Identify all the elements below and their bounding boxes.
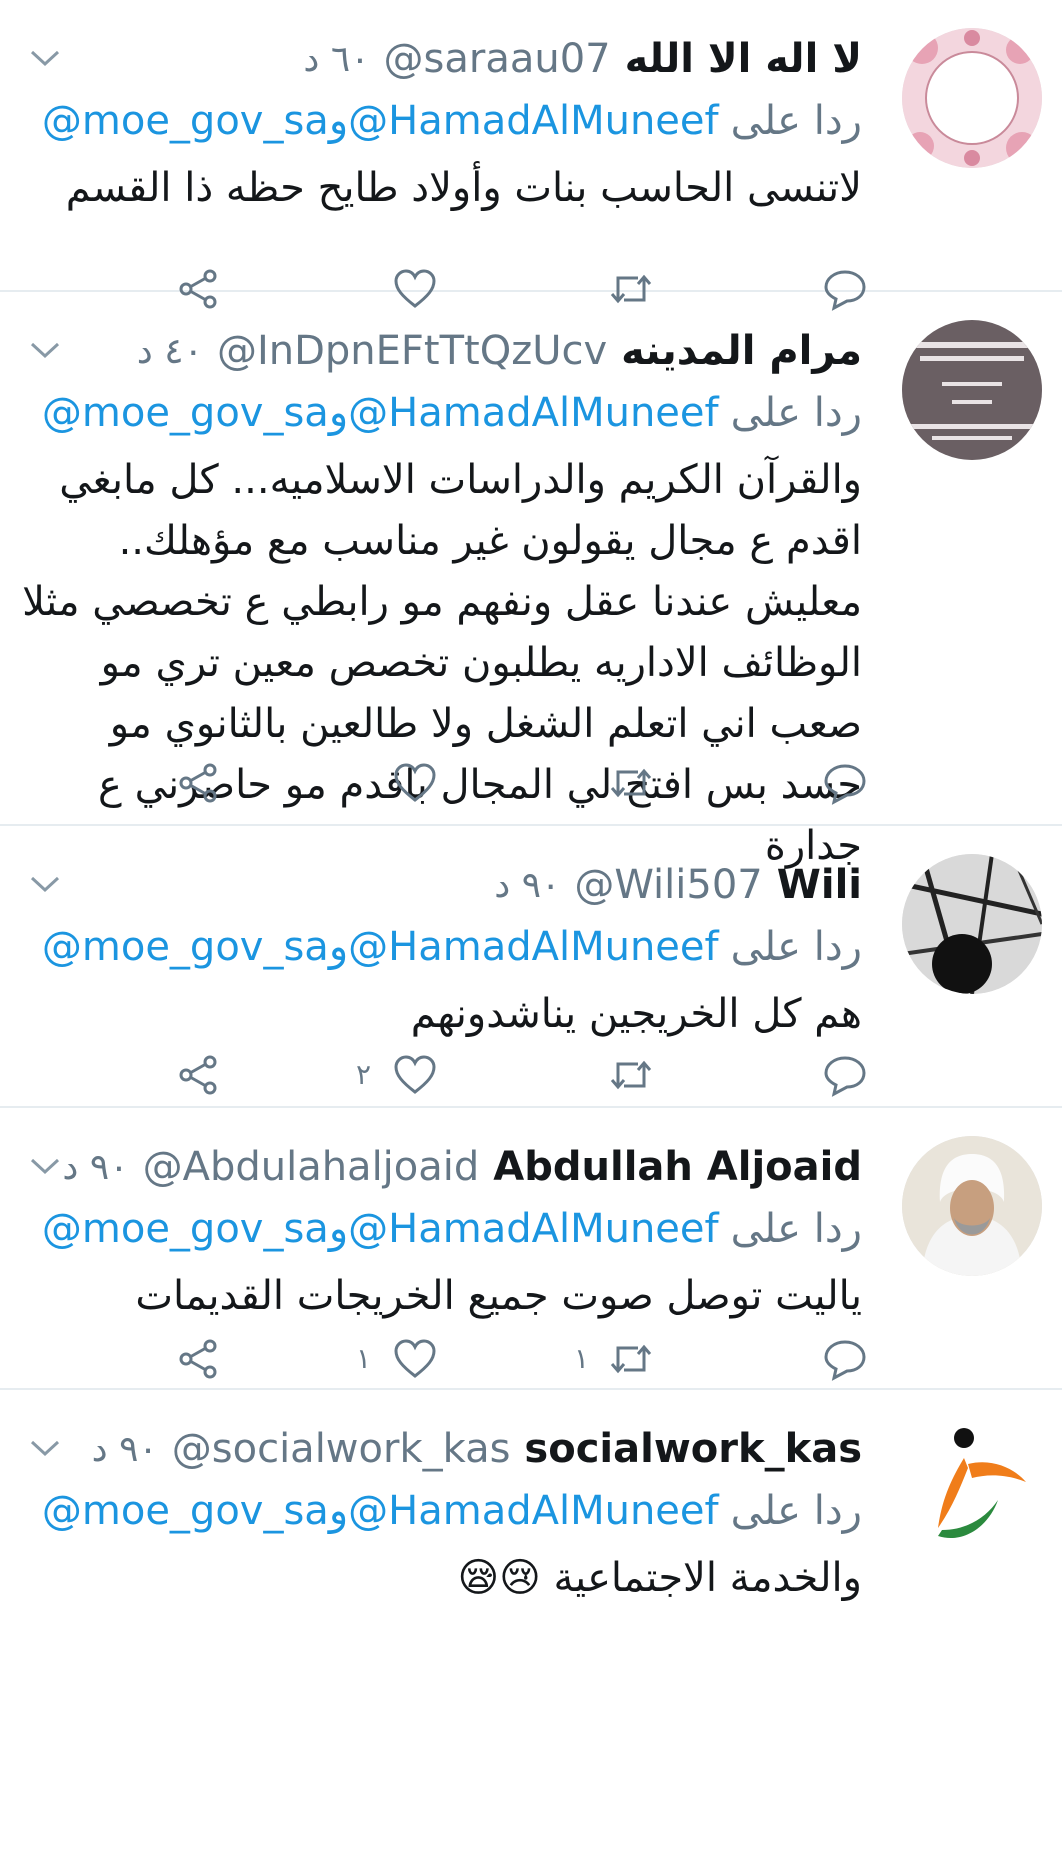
display-name[interactable]: Abdullah Aljoaid: [493, 1144, 862, 1190]
reply-context: ردا على @HamadAlMuneef و @moe_gov_sa: [42, 924, 862, 970]
retweet-icon[interactable]: [608, 1336, 654, 1382]
chevron-down-icon[interactable]: [28, 338, 62, 362]
reply-prefix: ردا على: [730, 1206, 862, 1252]
tweet-header: socialwork_kas @socialwork_kas ٩٠ د: [92, 1422, 862, 1476]
tweet[interactable]: لا اله الا الله @saraau07 ٦٠ د ردا على @…: [0, 0, 1062, 311]
share-icon[interactable]: [176, 1052, 222, 1098]
tweet-actions: [0, 752, 1062, 812]
username[interactable]: @InDpnEFtTtQzUcv: [217, 328, 607, 374]
reply-icon[interactable]: [822, 1336, 868, 1382]
conjunction: و: [328, 1488, 349, 1534]
username[interactable]: @saraau07: [384, 36, 611, 82]
reply-prefix: ردا على: [730, 98, 862, 144]
tweet-header: لا اله الا الله @saraau07 ٦٠ د: [303, 32, 862, 86]
reply-context: ردا على @HamadAlMuneef و @moe_gov_sa: [42, 390, 862, 436]
reply-prefix: ردا على: [730, 1488, 862, 1534]
tweet[interactable]: مرام المدينه @InDpnEFtTtQzUcv ٤٠ د ردا ع…: [0, 292, 1062, 869]
mention-link[interactable]: @HamadAlMuneef: [348, 1488, 718, 1534]
reply-prefix: ردا على: [730, 390, 862, 436]
username[interactable]: @socialwork_kas: [172, 1426, 511, 1472]
tweet-text: والخدمة الاجتماعية 😢😪: [457, 1555, 862, 1601]
username[interactable]: @Abdulahaljoaid: [143, 1144, 480, 1190]
reply-context: ردا على @HamadAlMuneef و @moe_gov_sa: [42, 1206, 862, 1252]
tweet-header: Wili @Wili507 ٩٠ د: [494, 858, 862, 912]
conjunction: و: [328, 390, 349, 436]
avatar[interactable]: [902, 854, 1042, 994]
tweet-actions: ١ ١: [0, 1328, 1062, 1388]
timestamp[interactable]: ٦٠ د: [303, 39, 369, 80]
mention-link[interactable]: @moe_gov_sa: [42, 98, 329, 144]
retweet-count: ١: [574, 1342, 590, 1375]
chevron-down-icon[interactable]: [28, 872, 62, 896]
timestamp[interactable]: ٩٠ د: [62, 1147, 128, 1188]
chevron-down-icon[interactable]: [28, 1154, 62, 1178]
display-name[interactable]: socialwork_kas: [524, 1426, 862, 1472]
tweet-header: مرام المدينه @InDpnEFtTtQzUcv ٤٠ د: [137, 324, 862, 378]
mention-link[interactable]: @moe_gov_sa: [42, 924, 329, 970]
tweet[interactable]: Abdullah Aljoaid @Abdulahaljoaid ٩٠ د رد…: [0, 1108, 1062, 1390]
share-icon[interactable]: [176, 760, 222, 806]
like-icon[interactable]: [392, 760, 438, 806]
reply-prefix: ردا على: [730, 924, 862, 970]
avatar[interactable]: [902, 28, 1042, 168]
timestamp[interactable]: ٩٠ د: [92, 1429, 158, 1470]
timestamp[interactable]: ٩٠ د: [494, 865, 560, 906]
mention-link[interactable]: @HamadAlMuneef: [348, 390, 718, 436]
tweet-text: ياليت توصل صوت جميع الخريجات القديمات: [135, 1273, 862, 1319]
mention-link[interactable]: @moe_gov_sa: [42, 1206, 329, 1252]
avatar[interactable]: [902, 320, 1042, 460]
like-count: ١: [356, 1342, 372, 1375]
reply-context: ردا على @HamadAlMuneef و @moe_gov_sa: [42, 1488, 862, 1534]
tweet-text: هم كل الخريجين يناشدونهم: [410, 991, 862, 1037]
retweet-icon[interactable]: [608, 760, 654, 806]
mention-link[interactable]: @moe_gov_sa: [42, 1488, 329, 1534]
chevron-down-icon[interactable]: [28, 1436, 62, 1460]
display-name[interactable]: مرام المدينه: [621, 328, 862, 374]
avatar[interactable]: [902, 1136, 1042, 1276]
tweet[interactable]: Wili @Wili507 ٩٠ د ردا على @HamadAlMunee…: [0, 826, 1062, 1108]
like-icon[interactable]: [392, 1052, 438, 1098]
conjunction: و: [328, 98, 349, 144]
timestamp[interactable]: ٤٠ د: [137, 331, 203, 372]
username[interactable]: @Wili507: [574, 862, 762, 908]
tweet[interactable]: socialwork_kas @socialwork_kas ٩٠ د ردا …: [0, 1390, 1062, 1856]
display-name[interactable]: Wili: [777, 862, 862, 908]
conjunction: و: [328, 1206, 349, 1252]
display-name[interactable]: لا اله الا الله: [625, 36, 862, 82]
like-icon[interactable]: [392, 1336, 438, 1382]
tweet-text: والقرآن الكريم والدراسات الاسلاميه... كل…: [22, 457, 862, 869]
like-count: ٢: [356, 1058, 372, 1091]
mention-link[interactable]: @HamadAlMuneef: [348, 1206, 718, 1252]
mention-link[interactable]: @moe_gov_sa: [42, 390, 329, 436]
tweet-text: لاتنسى الحاسب بنات وأولاد طايح حظه ذا ال…: [65, 165, 862, 211]
mention-link[interactable]: @HamadAlMuneef: [348, 98, 718, 144]
reply-context: ردا على @HamadAlMuneef و @moe_gov_sa: [42, 98, 862, 144]
chevron-down-icon[interactable]: [28, 46, 62, 70]
share-icon[interactable]: [176, 1336, 222, 1382]
tweet-actions: ٢: [0, 1044, 1062, 1104]
avatar[interactable]: [902, 1418, 1042, 1558]
reply-icon[interactable]: [822, 1052, 868, 1098]
tweet-timeline: لا اله الا الله @saraau07 ٦٠ د ردا على @…: [0, 0, 1062, 1856]
mention-link[interactable]: @HamadAlMuneef: [348, 924, 718, 970]
retweet-icon[interactable]: [608, 1052, 654, 1098]
conjunction: و: [328, 924, 349, 970]
reply-icon[interactable]: [822, 760, 868, 806]
tweet-header: Abdullah Aljoaid @Abdulahaljoaid ٩٠ د: [62, 1140, 862, 1194]
